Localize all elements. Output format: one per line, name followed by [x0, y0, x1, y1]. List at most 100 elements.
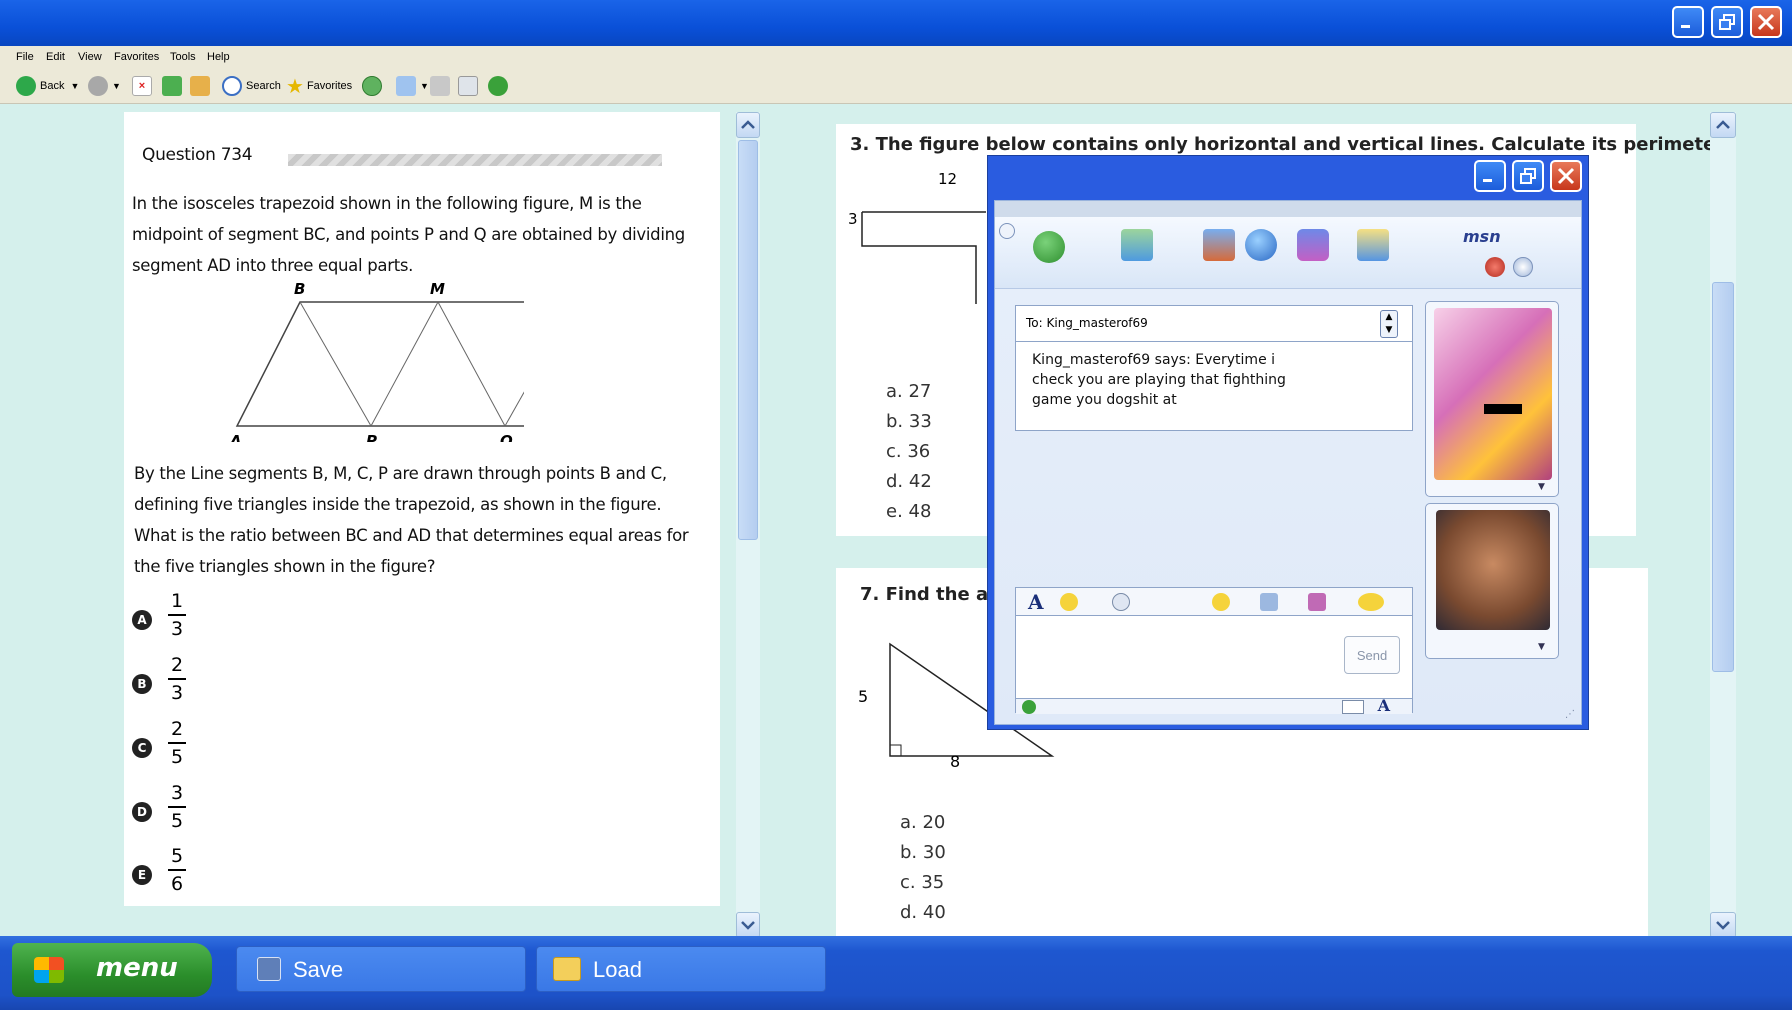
send-button[interactable]: Send: [1344, 636, 1400, 674]
block-icon[interactable]: [1485, 257, 1505, 277]
background-icon[interactable]: [1260, 593, 1278, 611]
text-mode-icon[interactable]: A: [1378, 696, 1390, 715]
msn-logo: msn: [1463, 227, 1501, 246]
history-button[interactable]: [362, 75, 386, 97]
chevron-down-icon: ▼: [70, 81, 80, 91]
favorites-button[interactable]: ★ Favorites: [286, 75, 352, 98]
expand-toggle-icon[interactable]: ▲ ▼: [1380, 310, 1398, 338]
nudge-icon[interactable]: [1358, 593, 1384, 611]
choice-c[interactable]: c. 36: [886, 441, 930, 462]
send-files-icon[interactable]: [1121, 229, 1153, 261]
msn-toolbar: msn: [995, 217, 1581, 289]
option-letter: A: [132, 610, 152, 630]
menu-edit[interactable]: Edit: [46, 51, 65, 63]
close-button[interactable]: [1750, 6, 1782, 38]
messenger-button[interactable]: [488, 75, 512, 97]
emoticon-icon[interactable]: [1060, 593, 1078, 611]
msn-minimize-button[interactable]: [1474, 160, 1506, 192]
settings-icon[interactable]: [1513, 257, 1533, 277]
pen-icon[interactable]: [1342, 700, 1364, 714]
mail-button[interactable]: ▼: [396, 75, 429, 97]
resize-grip-icon[interactable]: ⋰: [1565, 709, 1575, 720]
left-scrollbar[interactable]: [736, 112, 760, 938]
menu-tools[interactable]: Tools: [170, 51, 196, 63]
gift-icon[interactable]: [1308, 593, 1326, 611]
print-button[interactable]: [430, 75, 454, 97]
close-icon: [1557, 167, 1575, 185]
search-button[interactable]: Search: [222, 75, 281, 97]
menu-help[interactable]: Help: [207, 51, 230, 63]
invite-contact-icon[interactable]: [1033, 231, 1065, 263]
own-avatar[interactable]: ▼: [1425, 503, 1559, 659]
contact-avatar[interactable]: ▼: [1425, 301, 1559, 497]
home-icon: [190, 76, 210, 96]
recipient-label: To: King_masterof69: [1026, 316, 1148, 330]
title-bar: [0, 0, 1792, 46]
load-task-button[interactable]: Load: [536, 946, 826, 992]
start-menu-button[interactable]: menu: [12, 943, 212, 997]
restore-button[interactable]: [1711, 6, 1743, 38]
choice-e[interactable]: e. 48: [886, 501, 931, 522]
font-icon[interactable]: A: [1028, 590, 1044, 614]
video-icon[interactable]: [1203, 229, 1235, 261]
msn-menu-strip: [995, 201, 1581, 217]
chevron-down-icon: [1716, 921, 1730, 930]
stop-icon: ×: [132, 76, 152, 96]
minimize-icon: [1681, 25, 1690, 28]
minimize-button[interactable]: [1672, 6, 1704, 38]
back-button[interactable]: Back ▼: [16, 75, 79, 97]
chevron-down-icon: ▼: [112, 81, 121, 91]
choice-c[interactable]: c. 35: [900, 872, 944, 893]
msn-restore-button[interactable]: [1512, 160, 1544, 192]
conversation-box: To: King_masterof69 ▲ ▼ King_masterof69 s…: [1015, 305, 1413, 431]
scroll-up-button[interactable]: [1710, 112, 1736, 138]
scroll-up-button[interactable]: [736, 112, 760, 138]
search-label: Search: [246, 80, 281, 92]
option-fraction: 23: [168, 654, 186, 704]
avatar-picture: [1434, 308, 1552, 480]
voice-clip-icon[interactable]: [1112, 593, 1130, 611]
activities-icon[interactable]: [1297, 229, 1329, 261]
scroll-thumb[interactable]: [738, 140, 758, 540]
choice-b[interactable]: b. 30: [900, 842, 946, 863]
chevron-down-icon[interactable]: ▼: [1538, 642, 1545, 652]
option-letter: B: [132, 674, 152, 694]
option-fraction: 25: [168, 718, 186, 768]
refresh-button[interactable]: [162, 75, 186, 97]
wink-icon[interactable]: [1212, 593, 1230, 611]
choice-b[interactable]: b. 33: [886, 411, 932, 432]
save-task-button[interactable]: Save: [236, 946, 526, 992]
edit-button[interactable]: [458, 75, 482, 97]
menu-file[interactable]: File: [16, 51, 34, 63]
forward-button[interactable]: ▼: [88, 75, 121, 97]
option-fraction: 13: [168, 590, 186, 640]
choice-d[interactable]: d. 42: [886, 471, 932, 492]
stop-button[interactable]: ×: [132, 75, 156, 97]
chevron-up-icon: [741, 120, 755, 129]
history-icon: [362, 76, 382, 96]
scroll-thumb[interactable]: [1712, 282, 1734, 672]
toolbar-options-icon[interactable]: [999, 223, 1015, 239]
back-arrow-icon: [16, 76, 36, 96]
scroll-down-button[interactable]: [736, 912, 760, 938]
question-7-heading: 7. Find the ar: [860, 584, 997, 605]
scroll-down-button[interactable]: [1710, 912, 1736, 938]
choice-a[interactable]: a. 27: [886, 381, 931, 402]
choice-a[interactable]: a. 20: [900, 812, 945, 833]
webcam-icon[interactable]: [1245, 229, 1277, 261]
choice-d[interactable]: d. 40: [900, 902, 946, 923]
point-label-q: Q: [500, 432, 513, 442]
load-label: Load: [593, 957, 642, 982]
msn-chat-window[interactable]: msn To: King_masterof69 ▲ ▼ King_masterof…: [987, 155, 1589, 730]
games-icon[interactable]: [1357, 229, 1389, 261]
menu-view[interactable]: View: [78, 51, 102, 63]
chevron-down-icon[interactable]: ▼: [1538, 482, 1545, 492]
body-line: the five triangles shown in the figure?: [134, 557, 436, 576]
msn-close-button[interactable]: [1550, 160, 1582, 192]
handwriting-icon[interactable]: [1022, 700, 1036, 714]
right-scrollbar[interactable]: [1710, 112, 1736, 938]
home-button[interactable]: [190, 75, 214, 97]
minimize-icon: [1483, 179, 1492, 182]
own-avatar-picture: [1436, 510, 1550, 630]
menu-favorites[interactable]: Favorites: [114, 51, 159, 63]
